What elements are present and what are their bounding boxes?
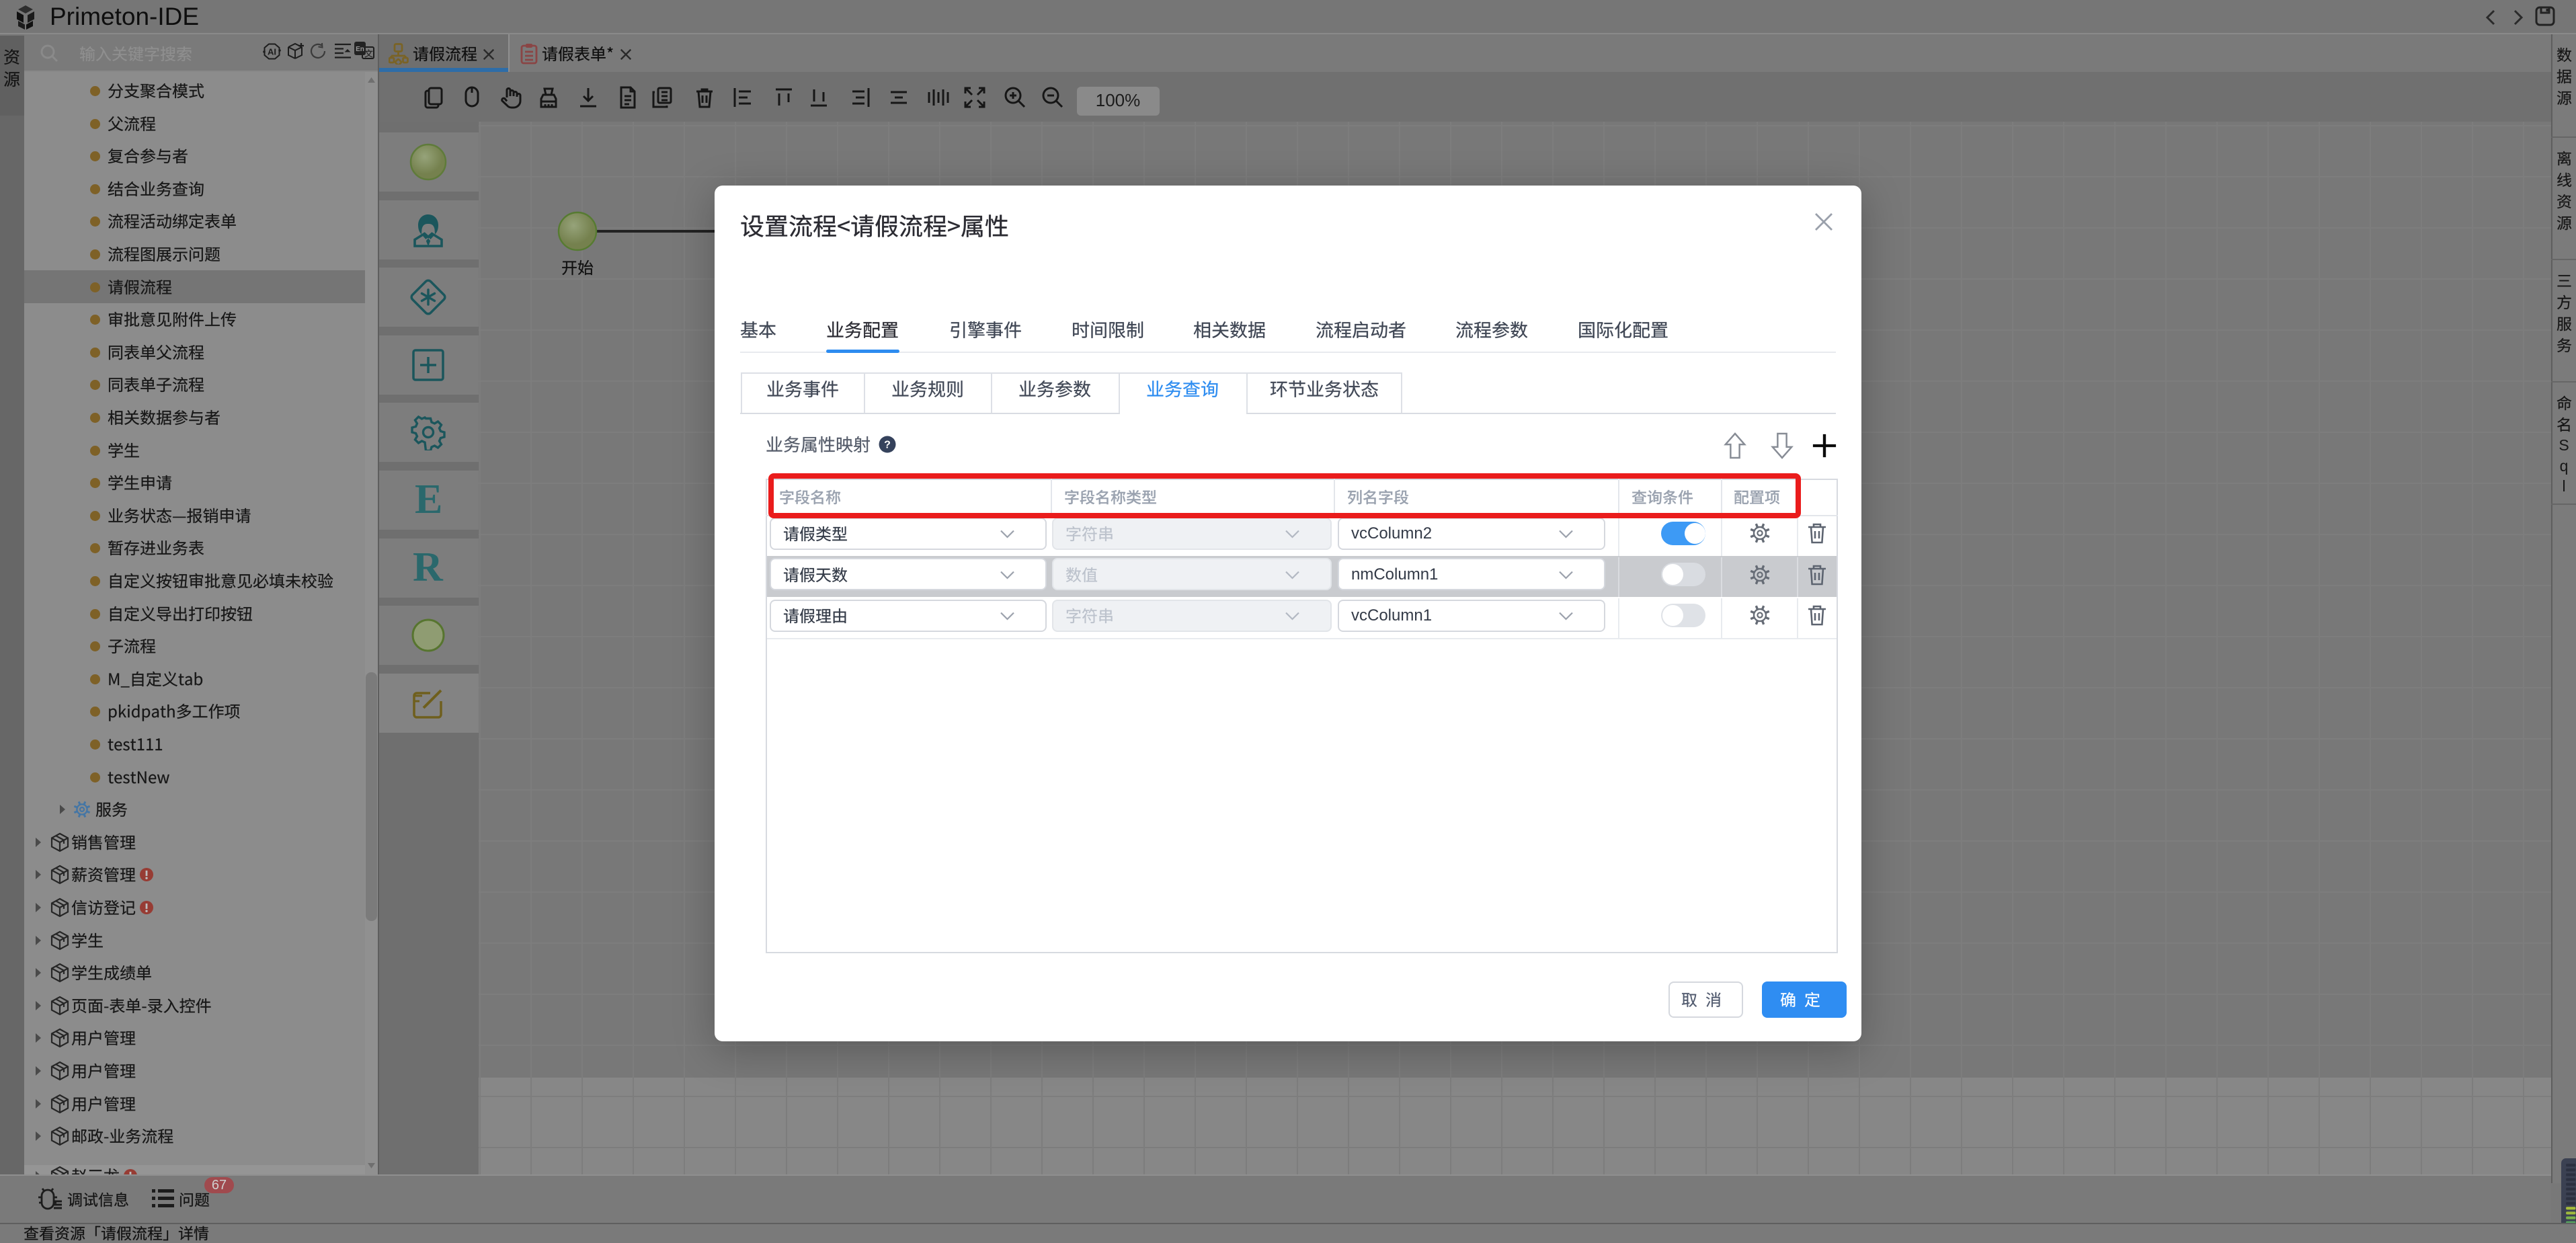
svg-text:?: ? (884, 440, 891, 451)
svg-text:AI: AI (268, 47, 276, 57)
svg-text:En: En (356, 46, 364, 53)
